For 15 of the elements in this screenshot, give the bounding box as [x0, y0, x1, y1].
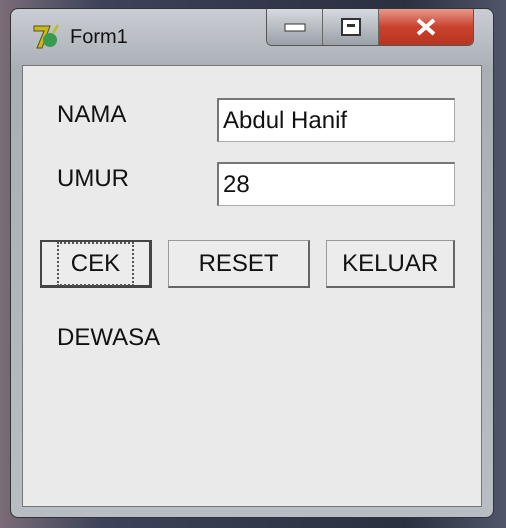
form-button[interactable]: RESET [168, 240, 310, 288]
close-button[interactable] [379, 9, 473, 45]
field-label: NAMA [57, 101, 126, 129]
form-button[interactable]: KELUAR [326, 240, 455, 288]
input-field[interactable]: 28 [217, 162, 455, 206]
window-title: Form1 [70, 26, 128, 48]
minimize-button[interactable] [267, 9, 323, 45]
field-label: UMUR [57, 165, 129, 193]
result-label: DEWASA [57, 324, 162, 352]
minimize-icon [284, 22, 306, 32]
form-button[interactable]: CEK [40, 240, 152, 288]
maximize-icon [340, 17, 362, 37]
maximize-button[interactable] [323, 9, 379, 45]
close-icon [415, 18, 437, 36]
input-field[interactable]: Abdul Hanif [217, 98, 455, 142]
